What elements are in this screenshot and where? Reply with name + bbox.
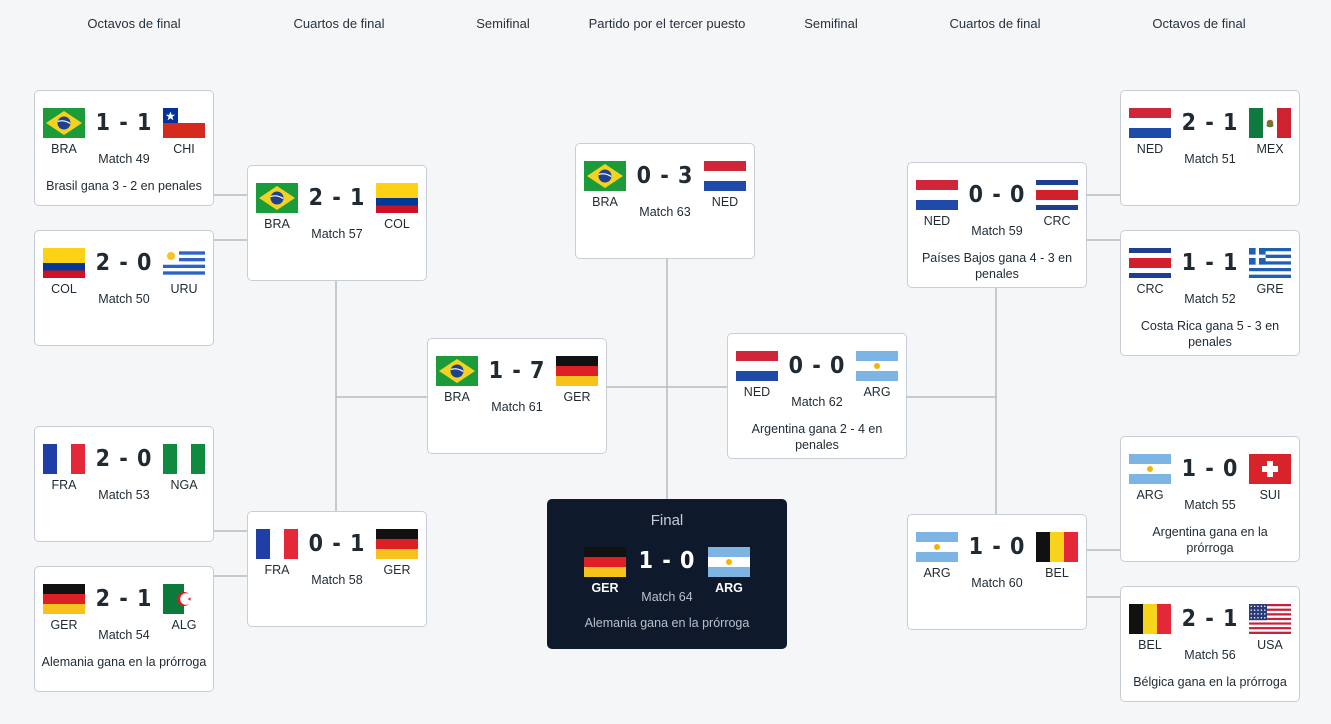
away-team: ARG — [854, 351, 900, 399]
away-team: GRE — [1247, 248, 1293, 296]
final-title: Final — [650, 512, 684, 529]
match-card[interactable]: BEL 2 - 1 USA Match 56 Bélgica gana en la pr… — [1120, 586, 1300, 702]
away-flag-icon — [376, 529, 418, 559]
away-flag-icon — [163, 108, 205, 138]
match-number: Match 53 — [98, 488, 150, 502]
away-flag-icon — [556, 356, 598, 386]
match-result-note: Países Bajos gana 4 - 3 en penales — [921, 251, 1073, 281]
away-flag-icon — [163, 584, 205, 614]
away-flag-icon — [704, 161, 746, 191]
match-result-note: Costa Rica gana 5 - 3 en penales — [1140, 319, 1280, 349]
match-card[interactable]: BRA 2 - 1 COL Match 57 — [247, 165, 427, 281]
match-number: Match 61 — [491, 400, 543, 414]
away-team: MEX — [1247, 108, 1293, 156]
away-team: SUI — [1247, 454, 1293, 502]
away-team: NED — [702, 161, 748, 209]
away-flag-icon — [376, 183, 418, 213]
away-team: USA — [1247, 604, 1293, 652]
away-flag-icon — [1036, 180, 1078, 210]
match-result-note: Alemania gana en la prórroga — [41, 655, 207, 669]
match-card[interactable]: FRA 0 - 1 GER Match 58 — [247, 511, 427, 627]
match-number: Match 56 — [1184, 648, 1236, 662]
away-team: ALG — [161, 584, 207, 632]
away-team: NGA — [161, 444, 207, 492]
final-match-card[interactable]: Final GER 1 - 0 ARG Match 64 Alemania ga… — [547, 499, 787, 649]
match-number: Match 59 — [971, 224, 1023, 238]
match-card[interactable]: NED 2 - 1 MEX Match 51 — [1120, 90, 1300, 206]
away-flag-icon — [1249, 604, 1291, 634]
match-number: Match 55 — [1184, 498, 1236, 512]
final-result-note: Alemania gana en la prórroga — [584, 616, 750, 630]
match-card[interactable]: BRA 1 - 7 GER Match 61 — [427, 338, 607, 454]
match-card[interactable]: BRA 1 - 1 CHI Match 49 Brasil gana 3 - 2 en … — [34, 90, 214, 206]
away-flag-icon — [1036, 532, 1078, 562]
match-number: Match 51 — [1184, 152, 1236, 166]
final-match-number: Match 64 — [641, 590, 693, 604]
match-result-note: Bélgica gana en la prórroga — [1133, 675, 1287, 689]
match-number: Match 50 — [98, 292, 150, 306]
away-flag-icon — [163, 248, 205, 278]
match-number: Match 49 — [98, 152, 150, 166]
match-card[interactable]: COL 2 - 0 URU Match 50 — [34, 230, 214, 346]
away-team: CRC — [1034, 180, 1080, 228]
match-result-note: Argentina gana en la prórroga — [1152, 525, 1268, 555]
match-card[interactable]: NED 0 - 0 ARG Match 62 Argentina gana 2 - 4 … — [727, 333, 907, 459]
match-card[interactable]: ARG 1 - 0 SUI Match 55 Argentina gana en la … — [1120, 436, 1300, 562]
match-card[interactable]: FRA 2 - 0 NGA Match 53 — [34, 426, 214, 542]
match-number: Match 63 — [639, 205, 691, 219]
final-away-flag-icon — [708, 547, 750, 577]
away-team: BEL — [1034, 532, 1080, 580]
match-number: Match 62 — [791, 395, 843, 409]
match-result-note: Argentina gana 2 - 4 en penales — [751, 422, 883, 452]
match-card[interactable]: GER 2 - 1 ALG Match 54 Alemania gana en la p… — [34, 566, 214, 692]
match-card[interactable]: NED 0 - 0 CRC Match 59 Países Bajos gana 4 -… — [907, 162, 1087, 288]
match-card[interactable]: BRA 0 - 3 NED Match 63 — [575, 143, 755, 259]
match-number: Match 52 — [1184, 292, 1236, 306]
match-number: Match 58 — [311, 573, 363, 587]
match-number: Match 54 — [98, 628, 150, 642]
away-team: GER — [374, 529, 420, 577]
away-team: COL — [374, 183, 420, 231]
match-number: Match 57 — [311, 227, 363, 241]
match-card[interactable]: ARG 1 - 0 BEL Match 60 — [907, 514, 1087, 630]
away-flag-icon — [856, 351, 898, 381]
away-team: URU — [161, 248, 207, 296]
away-flag-icon — [1249, 454, 1291, 484]
away-team: GER — [554, 356, 600, 404]
away-flag-icon — [163, 444, 205, 474]
away-flag-icon — [1249, 108, 1291, 138]
away-flag-icon — [1249, 248, 1291, 278]
final-away-team: ARG — [706, 547, 752, 595]
match-result-note: Brasil gana 3 - 2 en penales — [46, 179, 202, 193]
away-team: CHI — [161, 108, 207, 156]
match-number: Match 60 — [971, 576, 1023, 590]
match-card[interactable]: CRC 1 - 1 GRE Match 52 Costa Rica gana 5 - 3… — [1120, 230, 1300, 356]
